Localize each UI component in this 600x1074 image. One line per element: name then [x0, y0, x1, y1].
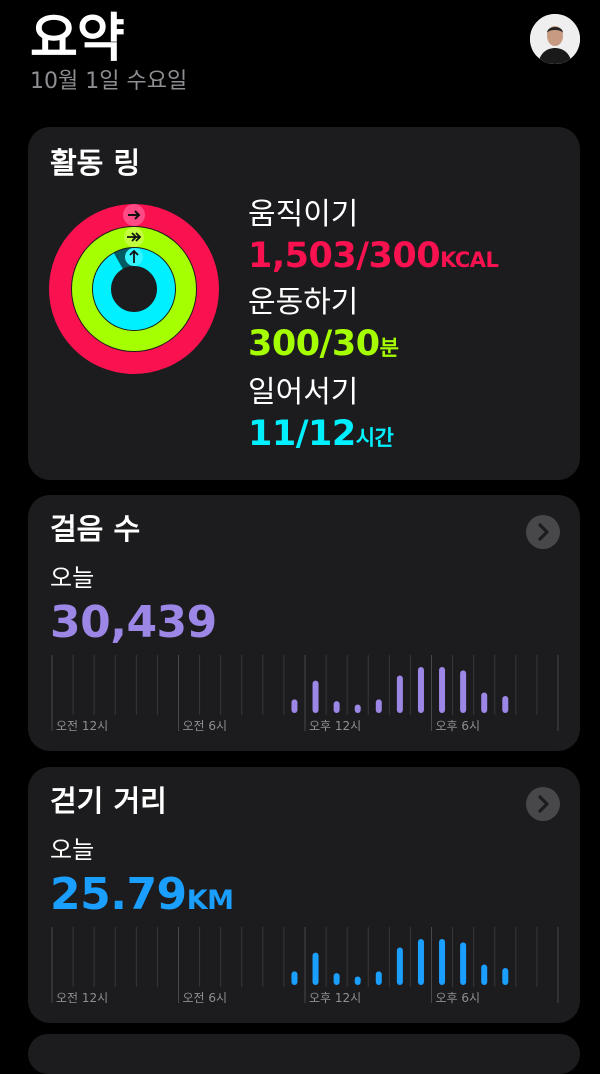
move-unit: KCAL	[440, 248, 499, 272]
stand-value-number: 11/12	[248, 414, 356, 454]
steps-card-title: 걸음 수	[50, 512, 141, 546]
distance-period: 오늘	[50, 836, 95, 864]
avatar-photo	[530, 14, 580, 64]
distance-card-title: 걷기 거리	[50, 784, 167, 818]
chevron-right-icon	[538, 795, 549, 813]
next-card[interactable]	[28, 1034, 580, 1074]
distance-bar	[354, 976, 361, 985]
distance-bar	[481, 964, 488, 985]
steps-period: 오늘	[50, 564, 95, 592]
distance-hourly-chart: 오전 12시 오전 6시 오후 12시 오후 6시	[50, 927, 560, 1017]
steps-hourly-chart: 오전 12시 오전 6시 오후 12시 오후 6시	[50, 655, 560, 745]
steps-bar	[354, 704, 361, 713]
steps-axis-label: 오전 6시	[182, 719, 228, 733]
move-value-number: 1,503/300	[248, 236, 441, 276]
distance-bar	[502, 967, 509, 985]
exercise-value-number: 300/30	[248, 324, 380, 364]
steps-bar	[502, 695, 509, 713]
move-label: 움직이기	[248, 197, 359, 232]
distance-axis-label: 오전 6시	[182, 991, 228, 1005]
steps-bar	[333, 701, 340, 713]
distance-bar	[291, 971, 298, 985]
steps-bar	[312, 680, 319, 713]
distance-bar	[312, 952, 319, 985]
steps-axis-label: 오후 12시	[309, 719, 362, 733]
page-title: 요약	[30, 9, 125, 69]
exercise-value: 300/30분	[248, 323, 399, 369]
distance-bar	[439, 939, 446, 985]
steps-value: 30,439	[50, 597, 217, 648]
stand-label: 일어서기	[248, 375, 359, 410]
distance-axis-label: 오전 12시	[56, 991, 109, 1005]
steps-bar	[417, 667, 424, 713]
avatar[interactable]	[530, 14, 580, 64]
exercise-unit: 분	[379, 336, 399, 360]
steps-card[interactable]: 걸음 수 오늘 30,439 오전 12시 오전 6시 오후 12시 오후 6시	[28, 495, 580, 751]
steps-bar	[291, 699, 298, 713]
steps-axis-label: 오후 6시	[435, 719, 481, 733]
distance-bar	[375, 971, 382, 985]
distance-bar	[396, 947, 403, 985]
exercise-label: 운동하기	[248, 285, 359, 320]
distance-bar	[460, 942, 467, 985]
distance-axis-label: 오후 6시	[435, 991, 481, 1005]
steps-bar	[375, 699, 382, 713]
distance-unit: KM	[186, 885, 234, 916]
header: 요약 10월 1일 수요일	[0, 0, 600, 110]
chevron-right-icon	[538, 523, 549, 541]
steps-axis-label: 오전 12시	[56, 719, 109, 733]
distance-chevron-button[interactable]	[526, 787, 560, 821]
stand-value: 11/12시간	[248, 413, 394, 459]
steps-bar	[460, 670, 467, 713]
steps-chevron-button[interactable]	[526, 515, 560, 549]
distance-value-number: 25.79	[50, 869, 187, 920]
distance-chart-svg	[51, 927, 559, 1003]
distance-axis-label: 오후 12시	[309, 991, 362, 1005]
activity-card-title: 활동 링	[50, 146, 141, 180]
distance-bar	[417, 939, 424, 985]
page-date: 10월 1일 수요일	[30, 69, 188, 94]
activity-card[interactable]: 활동 링 움직이기 1,503/300KCAL 운동하기 300/30분 일어서…	[28, 127, 580, 480]
steps-bar	[481, 692, 488, 713]
move-value: 1,503/300KCAL	[248, 235, 499, 281]
steps-bar	[396, 675, 403, 713]
steps-bar	[439, 667, 446, 713]
stand-ring	[93, 248, 175, 330]
steps-chart-svg	[51, 655, 559, 731]
distance-card[interactable]: 걷기 거리 오늘 25.79KM 오전 12시 오전 6시 오후 12시 오후 6시	[28, 767, 580, 1023]
distance-bar	[333, 973, 340, 985]
stand-unit: 시간	[355, 426, 394, 450]
distance-value: 25.79KM	[50, 869, 234, 927]
activity-rings	[48, 203, 220, 375]
